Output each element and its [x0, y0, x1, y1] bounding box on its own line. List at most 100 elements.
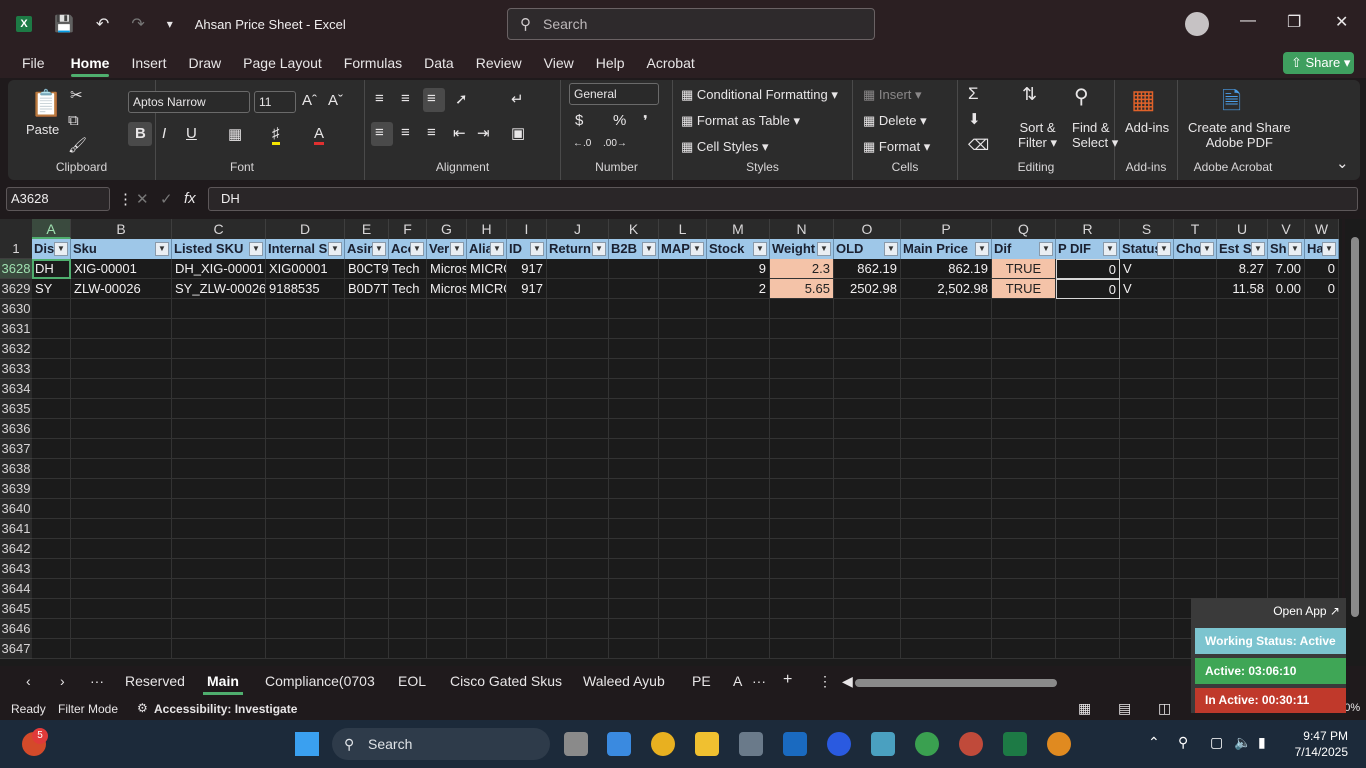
table-cell[interactable]: [770, 379, 834, 399]
table-cell[interactable]: [659, 359, 707, 379]
column-header[interactable]: E: [345, 219, 389, 239]
table-cell[interactable]: 917: [507, 259, 547, 279]
select-all-corner[interactable]: [0, 219, 32, 239]
table-cell[interactable]: [1120, 579, 1174, 599]
filter-dropdown-icon[interactable]: ▼: [410, 242, 424, 256]
table-cell[interactable]: [834, 539, 901, 559]
row-header[interactable]: 1: [0, 239, 32, 259]
table-cell[interactable]: 2: [707, 279, 770, 299]
table-cell[interactable]: 11.58: [1217, 279, 1268, 299]
app-icon[interactable]: [871, 732, 895, 756]
table-cell[interactable]: [427, 319, 467, 339]
table-cell[interactable]: [172, 539, 266, 559]
table-cell[interactable]: [1268, 559, 1305, 579]
table-cell[interactable]: [1056, 319, 1120, 339]
table-cell[interactable]: [1305, 359, 1339, 379]
header-cell[interactable]: Main Price ▼: [901, 239, 992, 259]
table-cell[interactable]: [172, 599, 266, 619]
table-cell[interactable]: [1174, 339, 1217, 359]
table-cell[interactable]: [1268, 399, 1305, 419]
next-sheet-icon[interactable]: ›: [60, 673, 65, 689]
table-cell[interactable]: 8.27: [1217, 259, 1268, 279]
table-cell[interactable]: [507, 339, 547, 359]
decrease-decimal-icon[interactable]: .00→: [603, 138, 627, 149]
sheet-tab-a[interactable]: A: [733, 673, 742, 689]
table-cell[interactable]: [427, 479, 467, 499]
table-cell[interactable]: [1217, 479, 1268, 499]
table-cell[interactable]: [345, 579, 389, 599]
row-header[interactable]: 3644: [0, 579, 32, 599]
table-cell[interactable]: [1056, 459, 1120, 479]
table-cell[interactable]: [32, 559, 71, 579]
conditional-formatting-button[interactable]: ▦ Conditional Formatting ▾: [681, 87, 838, 103]
bold-icon[interactable]: B: [135, 125, 146, 142]
table-cell[interactable]: [266, 579, 345, 599]
table-cell[interactable]: [345, 539, 389, 559]
table-cell[interactable]: [345, 319, 389, 339]
table-cell[interactable]: [1174, 559, 1217, 579]
table-cell[interactable]: [1217, 299, 1268, 319]
table-cell[interactable]: [901, 319, 992, 339]
insert-function-icon[interactable]: fx: [184, 190, 196, 207]
file-explorer-icon[interactable]: [695, 732, 719, 756]
confirm-entry-icon[interactable]: ✓: [160, 190, 173, 208]
table-cell[interactable]: [834, 359, 901, 379]
tab-view[interactable]: View: [544, 48, 574, 78]
row-header[interactable]: 3646: [0, 619, 32, 639]
table-cell[interactable]: [71, 319, 172, 339]
table-cell[interactable]: [1120, 319, 1174, 339]
formula-input[interactable]: DH: [208, 187, 1358, 211]
sheet-tab-pe[interactable]: PE: [692, 673, 711, 689]
table-cell[interactable]: [992, 339, 1056, 359]
table-cell[interactable]: [172, 559, 266, 579]
find-select-button[interactable]: Find & Select ▾: [1072, 120, 1118, 151]
table-cell[interactable]: [834, 639, 901, 659]
sort-filter-icon[interactable]: ⇅: [1022, 84, 1037, 105]
table-cell[interactable]: V: [1120, 279, 1174, 299]
table-cell[interactable]: 9188535: [266, 279, 345, 299]
redo-icon[interactable]: ↷: [131, 14, 144, 34]
font-name-select[interactable]: Aptos Narrow: [128, 91, 250, 113]
table-cell[interactable]: [834, 579, 901, 599]
table-cell[interactable]: [266, 599, 345, 619]
table-cell[interactable]: [609, 579, 659, 599]
insert-cells-button[interactable]: ▦ Insert ▾: [863, 87, 922, 103]
table-cell[interactable]: [71, 439, 172, 459]
table-cell[interactable]: Micros: [427, 279, 467, 299]
table-cell[interactable]: [547, 619, 609, 639]
table-cell[interactable]: [266, 499, 345, 519]
font-color-icon[interactable]: A: [314, 125, 325, 145]
table-cell[interactable]: [32, 319, 71, 339]
table-cell[interactable]: [547, 579, 609, 599]
table-cell[interactable]: [172, 399, 266, 419]
table-cell[interactable]: [266, 639, 345, 659]
table-cell[interactable]: [659, 459, 707, 479]
table-cell[interactable]: [389, 639, 427, 659]
increase-decimal-icon[interactable]: ←.0: [573, 138, 591, 149]
table-cell[interactable]: [389, 599, 427, 619]
header-cell[interactable]: Asin ▼: [345, 239, 389, 259]
borders-icon[interactable]: ▦: [228, 125, 242, 143]
table-cell[interactable]: [1056, 299, 1120, 319]
horizontal-scroll-thumb[interactable]: [855, 679, 1057, 687]
column-header[interactable]: D: [266, 219, 345, 239]
table-cell[interactable]: [345, 299, 389, 319]
table-cell[interactable]: [1056, 439, 1120, 459]
table-cell[interactable]: 2.3: [770, 259, 834, 279]
table-cell[interactable]: [266, 399, 345, 419]
header-cell[interactable]: Cho ▼: [1174, 239, 1217, 259]
column-header[interactable]: I: [507, 219, 547, 239]
column-header[interactable]: U: [1217, 219, 1268, 239]
table-cell[interactable]: [507, 379, 547, 399]
header-cell[interactable]: Dis ▼: [32, 239, 71, 259]
tab-insert[interactable]: Insert: [131, 48, 166, 78]
header-cell[interactable]: B2B ▼: [609, 239, 659, 259]
filter-dropdown-icon[interactable]: ▼: [1251, 242, 1265, 256]
add-sheet-icon[interactable]: +: [783, 671, 792, 689]
table-cell[interactable]: [547, 299, 609, 319]
table-cell[interactable]: [467, 379, 507, 399]
table-cell[interactable]: [707, 619, 770, 639]
header-cell[interactable]: Ha ▼: [1305, 239, 1339, 259]
table-cell[interactable]: [547, 639, 609, 659]
column-header[interactable]: F: [389, 219, 427, 239]
